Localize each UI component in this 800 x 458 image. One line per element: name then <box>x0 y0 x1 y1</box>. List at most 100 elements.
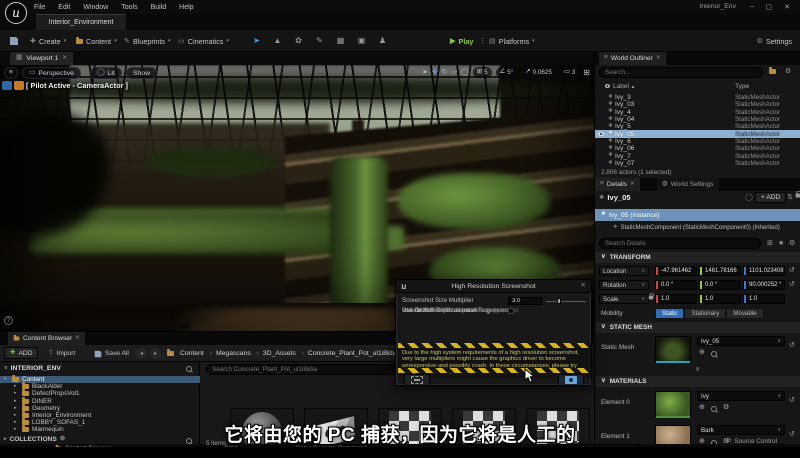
reset-location-icon[interactable]: ↺ <box>789 267 795 274</box>
static-mesh-thumbnail[interactable] <box>655 336 691 362</box>
outliner-row[interactable]: ❖ Ivy_04 StaticMeshActor <box>595 116 800 123</box>
folder-tree-row[interactable]: Geometry <box>0 405 200 412</box>
visibility-eye-icon[interactable] <box>595 110 606 114</box>
add-component-button[interactable]: + ADD <box>755 192 786 203</box>
rotate-tool-icon[interactable]: ↻ <box>442 69 448 76</box>
location-x-field[interactable]: -47.961462 <box>655 266 697 276</box>
reset-rotation-icon[interactable]: ↺ <box>789 281 795 288</box>
transform-section-header[interactable]: ∨TRANSFORM <box>595 252 800 263</box>
rotation-y-field[interactable]: 0.0 ° <box>699 280 741 290</box>
play-options-button[interactable]: ⋮ <box>479 30 486 52</box>
visibility-eye-icon[interactable] <box>595 154 606 158</box>
settings-button[interactable]: ⚙Settings <box>757 30 792 52</box>
element0-thumbnail[interactable] <box>655 391 691 417</box>
details-tab[interactable]: ≡Details✕ <box>595 178 640 191</box>
scale-lock-icon[interactable] <box>648 295 654 302</box>
camera-pilot-icon[interactable] <box>14 81 24 90</box>
landscape-mode-icon[interactable]: ▲ <box>271 37 284 45</box>
close-icon[interactable]: ✕ <box>75 336 80 342</box>
show-button[interactable]: Show <box>126 67 157 79</box>
outliner-tab[interactable]: ≡World Outliner✕ <box>599 52 666 65</box>
world-coordinate-icon[interactable]: ◯ <box>461 69 469 76</box>
add-asset-button[interactable]: ✚ADD <box>4 347 38 359</box>
outliner-row[interactable]: ❖ Ivy_3 StaticMeshActor <box>595 94 800 101</box>
outliner-row[interactable]: ❖ Ivy_05 StaticMeshActor <box>595 130 800 137</box>
slider-handle[interactable] <box>557 298 561 304</box>
brush-editing-mode-icon[interactable]: ✎ <box>313 37 326 45</box>
camera-speed-control[interactable]: ▭3 <box>560 67 579 78</box>
back-button[interactable]: ◂ <box>136 348 147 359</box>
outliner-row[interactable]: ❖ Ivy_06 StaticMeshActor <box>595 145 800 152</box>
platforms-button[interactable]: ▤Platforms▾ <box>489 30 535 52</box>
import-button[interactable]: ⇪Import <box>48 345 75 362</box>
create-button[interactable]: ✚Create▾ <box>30 30 66 52</box>
move-tool-icon[interactable]: ✥ <box>432 69 438 76</box>
mobility-option[interactable]: Stationary <box>684 308 726 319</box>
expand-arrow-icon[interactable] <box>4 377 9 382</box>
rotation-property[interactable]: Rotation∨ <box>599 280 649 290</box>
visibility-eye-icon[interactable] <box>595 132 606 136</box>
display-filter-icon[interactable]: ⊞ <box>767 240 773 247</box>
close-icon[interactable]: ✕ <box>62 56 67 62</box>
scale-tool-icon[interactable]: ▱ <box>452 69 457 76</box>
lock-icon[interactable] <box>795 193 800 200</box>
scale-snap-control[interactable]: ↗0.0625 <box>521 67 556 78</box>
take-screenshot-button[interactable] <box>558 374 584 386</box>
instance-row[interactable]: ❖ Ivy_05 (Instance) <box>595 209 800 221</box>
sources-header[interactable]: ∨INTERIOR_ENV <box>4 365 61 372</box>
multiplier-slider[interactable] <box>546 297 586 305</box>
folder-tree-row[interactable]: DINER <box>0 398 200 405</box>
outliner-row[interactable]: ❖ Ivy_03 StaticMeshActor <box>595 101 800 108</box>
expand-arrow-icon[interactable] <box>14 384 19 389</box>
play-button[interactable]: ▶Play <box>450 30 473 52</box>
save-all-button[interactable]: Save All <box>94 345 129 362</box>
scale-y-field[interactable]: 1.0 <box>699 294 741 304</box>
outliner-row[interactable]: ❖ Ivy_4 StaticMeshActor <box>595 109 800 116</box>
folder-tree-row[interactable]: BlackAlder <box>0 383 200 390</box>
content-button[interactable]: Content▾ <box>76 30 117 52</box>
multiplier-value-input[interactable] <box>508 297 542 305</box>
visibility-eye-icon[interactable] <box>595 103 606 107</box>
visibility-eye-icon[interactable] <box>595 139 606 143</box>
viewport-tab[interactable]: ▦Viewport 1✕ <box>10 52 73 65</box>
label-column-header[interactable]: Label ▲ <box>613 83 635 90</box>
location-y-field[interactable]: 1461.78166 <box>699 266 741 276</box>
close-icon[interactable]: ✕ <box>630 182 635 188</box>
find-in-browser-icon[interactable] <box>711 406 717 414</box>
location-z-field[interactable]: 1101.023408 <box>743 266 785 276</box>
folder-tree-row[interactable]: DefectPropsVol1 <box>0 390 200 397</box>
details-settings-icon[interactable]: ⚙ <box>789 240 795 247</box>
save-button[interactable] <box>10 30 18 52</box>
breadcrumb-item[interactable]: Content <box>180 350 212 357</box>
expand-arrow-icon[interactable] <box>14 391 19 396</box>
details-search-input[interactable] <box>599 238 761 249</box>
viewport-options-button[interactable]: ≡ <box>4 67 18 79</box>
outliner-row[interactable]: ❖ Ivy_5 StaticMeshActor <box>595 123 800 130</box>
mobility-option[interactable]: Static <box>655 308 684 319</box>
capture-region-button[interactable] <box>404 374 430 386</box>
visibility-column-header[interactable] <box>599 83 610 90</box>
visibility-eye-icon[interactable] <box>595 118 606 122</box>
materials-section-header[interactable]: ∨MATERIALS <box>595 376 800 387</box>
scale-z-field[interactable]: 1.0 <box>743 294 785 304</box>
perspective-button[interactable]: ▭Perspective <box>22 67 81 79</box>
browse-to-asset-icon[interactable]: ⊕ <box>699 405 705 412</box>
visibility-eye-icon[interactable] <box>595 147 606 151</box>
sources-search-icon[interactable] <box>186 366 192 374</box>
level-tab[interactable]: Interior_Environment <box>36 14 126 30</box>
maximize-button[interactable]: ▢ <box>765 3 772 11</box>
close-button[interactable]: ✕ <box>784 3 790 11</box>
menu-item[interactable]: Build <box>151 4 167 11</box>
expand-arrow-icon[interactable] <box>14 406 19 411</box>
world-settings-tab[interactable]: ◍World Settings <box>657 178 719 191</box>
select-tool-icon[interactable]: ➤ <box>422 69 428 76</box>
cinematics-button[interactable]: ▭Cinematics▾ <box>178 30 229 52</box>
expand-arrow-icon[interactable] <box>14 413 19 418</box>
outliner-row[interactable]: ❖ Ivy_7 StaticMeshActor <box>595 152 800 159</box>
location-property[interactable]: Location∨ <box>599 266 649 276</box>
minimize-button[interactable]: – <box>750 3 754 10</box>
animation-mode-icon[interactable]: ♟ <box>376 37 389 45</box>
rotation-z-field[interactable]: 90.000252 ° <box>743 280 785 290</box>
static-mesh-dropdown[interactable]: Ivy_05∨ <box>697 336 785 346</box>
help-icon[interactable]: ? <box>4 316 13 325</box>
